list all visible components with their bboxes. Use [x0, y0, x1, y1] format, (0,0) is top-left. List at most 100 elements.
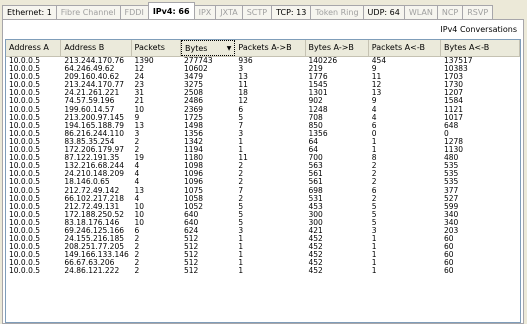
column-header[interactable]: Packets A<-B — [369, 40, 441, 56]
table-row[interactable]: 10.0.0.5 83.18.176.146 10 640 5 300 5 340 — [6, 219, 520, 227]
table-row[interactable]: 10.0.0.5 24.210.148.209 4 1096 2 561 2 535 — [6, 170, 520, 178]
table-cell: 11 — [238, 81, 248, 90]
table-cell: 5 — [238, 113, 244, 122]
table-row[interactable]: 10.0.0.5 194.165.188.79 13 1498 7 850 6 648 — [6, 122, 520, 130]
table-cell: 9 — [371, 97, 377, 106]
table-cell: 5 — [371, 202, 377, 211]
table-cell: 512 — [183, 259, 199, 268]
table-cell: 212.72.49.142 — [64, 186, 120, 195]
table-row[interactable]: 10.0.0.5 24.155.216.185 2 512 1 452 1 60 — [6, 235, 520, 243]
table-cell: 86.216.244.110 — [64, 129, 125, 138]
tab-fibre-channel[interactable]: Fibre Channel — [55, 5, 121, 19]
table-body: 10.0.0.5 213.244.170.76 1390 277743 936 14022… — [6, 57, 520, 276]
table-cell: 300 — [308, 218, 323, 227]
table-row[interactable]: 10.0.0.5 132.216.68.244 4 1098 2 563 2 535 — [6, 162, 520, 170]
table-row[interactable]: 10.0.0.5 18.146.0.65 4 1096 2 561 2 535 — [6, 178, 520, 186]
table-row[interactable]: 10.0.0.5 208.251.77.205 2 512 1 452 1 60 — [6, 243, 520, 251]
column-header-label: Address A — [9, 43, 49, 52]
table-cell: 4 — [134, 162, 140, 171]
table-cell: 2 — [371, 170, 377, 179]
tab-rsvp[interactable]: RSVP — [462, 5, 494, 19]
column-header[interactable]: Packets A->B — [235, 40, 306, 56]
table-row[interactable]: 10.0.0.5 66.67.63.206 2 512 1 452 1 60 — [6, 259, 520, 267]
table-cell: 10 — [134, 105, 145, 114]
table-row[interactable]: 10.0.0.5 69.246.125.166 6 624 3 421 3 203 — [6, 227, 520, 235]
tab-ipv4-66[interactable]: IPv4: 66 — [147, 2, 195, 19]
table-cell: 936 — [238, 57, 253, 65]
column-header[interactable]: Packets — [132, 40, 181, 56]
table-row[interactable]: 10.0.0.5 149.166.133.146 2 512 1 452 1 60 — [6, 251, 520, 259]
table-cell: 10.0.0.5 — [9, 194, 41, 203]
table-row[interactable]: 10.0.0.5 64.246.49.62 12 10602 3 219 9 10383 — [6, 65, 520, 73]
tab-ncp[interactable]: NCP — [436, 5, 464, 19]
table-cell: 9 — [371, 65, 377, 74]
tab-jxta[interactable]: JXTA — [215, 5, 243, 19]
table-cell: 172.188.250.52 — [64, 210, 125, 219]
table-cell: 2 — [134, 137, 140, 146]
table-cell: 2 — [134, 146, 140, 155]
table-row[interactable]: 10.0.0.5 213.200.97.145 9 1725 5 708 4 1017 — [6, 114, 520, 122]
table-cell: 3 — [238, 129, 244, 138]
table-cell: 11 — [371, 73, 382, 82]
table-row[interactable]: 10.0.0.5 209.160.40.62 24 3479 13 1776 11 1703 — [6, 73, 520, 81]
table-row[interactable]: 10.0.0.5 213.244.170.76 1390 277743 936 14022… — [6, 57, 520, 65]
table-cell: 3 — [134, 129, 140, 138]
table-row[interactable]: 10.0.0.5 172.188.250.52 10 640 5 300 5 340 — [6, 211, 520, 219]
table-row[interactable]: 10.0.0.5 86.216.244.110 3 1356 3 1356 0 0 — [6, 130, 520, 138]
tab-tcp-13[interactable]: TCP: 13 — [271, 5, 312, 19]
column-header[interactable]: Address A — [6, 40, 62, 56]
table-cell: 1 — [238, 243, 244, 252]
table-cell: 1 — [371, 267, 377, 276]
table-row[interactable]: 10.0.0.5 212.72.49.142 13 1075 7 698 6 377 — [6, 187, 520, 195]
column-header[interactable]: Address B — [61, 40, 132, 56]
table-row[interactable]: 10.0.0.5 74.57.59.196 21 2486 12 902 9 1584 — [6, 97, 520, 105]
table-row[interactable]: 10.0.0.5 199.60.14.57 10 2369 6 1248 4 1121 — [6, 106, 520, 114]
table-cell: 10.0.0.5 — [9, 235, 41, 244]
tab-token-ring[interactable]: Token Ring — [310, 5, 364, 19]
tab-ethernet-1[interactable]: Ethernet: 1 — [2, 5, 57, 19]
column-header[interactable]: Bytes ▼ — [180, 40, 236, 56]
table-row[interactable]: 10.0.0.5 213.244.170.77 23 3275 11 1545 12 1730 — [6, 81, 520, 89]
table-cell: 902 — [308, 97, 323, 106]
table-cell: 10.0.0.5 — [9, 178, 41, 187]
table-row[interactable]: 10.0.0.5 24.86.121.222 2 512 1 452 1 60 — [6, 267, 520, 275]
table-cell: 10.0.0.5 — [9, 210, 41, 219]
table-cell: 1 — [238, 259, 244, 268]
table-row[interactable]: 10.0.0.5 172.206.179.97 2 1194 1 64 1 1130 — [6, 146, 520, 154]
table-cell: 66.102.217.218 — [64, 194, 125, 203]
table-cell: 535 — [443, 170, 459, 179]
table-cell: 1 — [238, 267, 244, 276]
table-cell: 23 — [134, 81, 145, 90]
table-cell: 64 — [308, 137, 319, 146]
table-cell: 2 — [238, 170, 244, 179]
table-cell: 1 — [238, 146, 244, 155]
table-cell: 60 — [443, 259, 454, 268]
table-row[interactable]: 10.0.0.5 87.122.191.35 19 1180 11 700 8 480 — [6, 154, 520, 162]
table-cell: 1776 — [308, 73, 328, 82]
table-cell: 10.0.0.5 — [9, 146, 41, 155]
table-cell: 2 — [238, 194, 244, 203]
tab-wlan[interactable]: WLAN — [403, 5, 438, 19]
table-cell: 1248 — [308, 105, 328, 114]
table-cell: 1584 — [443, 97, 464, 106]
column-header[interactable]: Bytes A->B — [306, 40, 369, 56]
ipv4-panel: IPv4 Conversations Address A Address B Pac… — [2, 19, 524, 324]
table-cell: 140226 — [308, 57, 338, 65]
table-cell: 3 — [238, 65, 244, 74]
table-cell: 561 — [308, 170, 323, 179]
table-row[interactable]: 10.0.0.5 24.21.261.221 31 2508 18 1301 13 1207 — [6, 89, 520, 97]
column-header[interactable]: Bytes A<-B — [441, 40, 520, 56]
table-row[interactable]: 10.0.0.5 212.72.49.131 10 1052 5 453 5 599 — [6, 203, 520, 211]
table-row[interactable]: 10.0.0.5 83.85.35.254 2 1342 1 64 1 1278 — [6, 138, 520, 146]
tab-fddi[interactable]: FDDI — [119, 5, 149, 19]
table-cell: 8 — [371, 154, 377, 163]
table-cell: 4 — [134, 194, 140, 203]
table-row[interactable]: 10.0.0.5 66.102.217.218 4 1058 2 531 2 527 — [6, 195, 520, 203]
table-cell: 1 — [238, 235, 244, 244]
table-cell: 377 — [443, 186, 459, 195]
table-cell: 452 — [308, 259, 323, 268]
tab-sctp[interactable]: SCTP — [241, 5, 273, 19]
table-cell: 10.0.0.5 — [9, 162, 41, 171]
tab-udp-64[interactable]: UDP: 64 — [362, 5, 405, 19]
tab-ipx[interactable]: IPX — [193, 5, 217, 19]
